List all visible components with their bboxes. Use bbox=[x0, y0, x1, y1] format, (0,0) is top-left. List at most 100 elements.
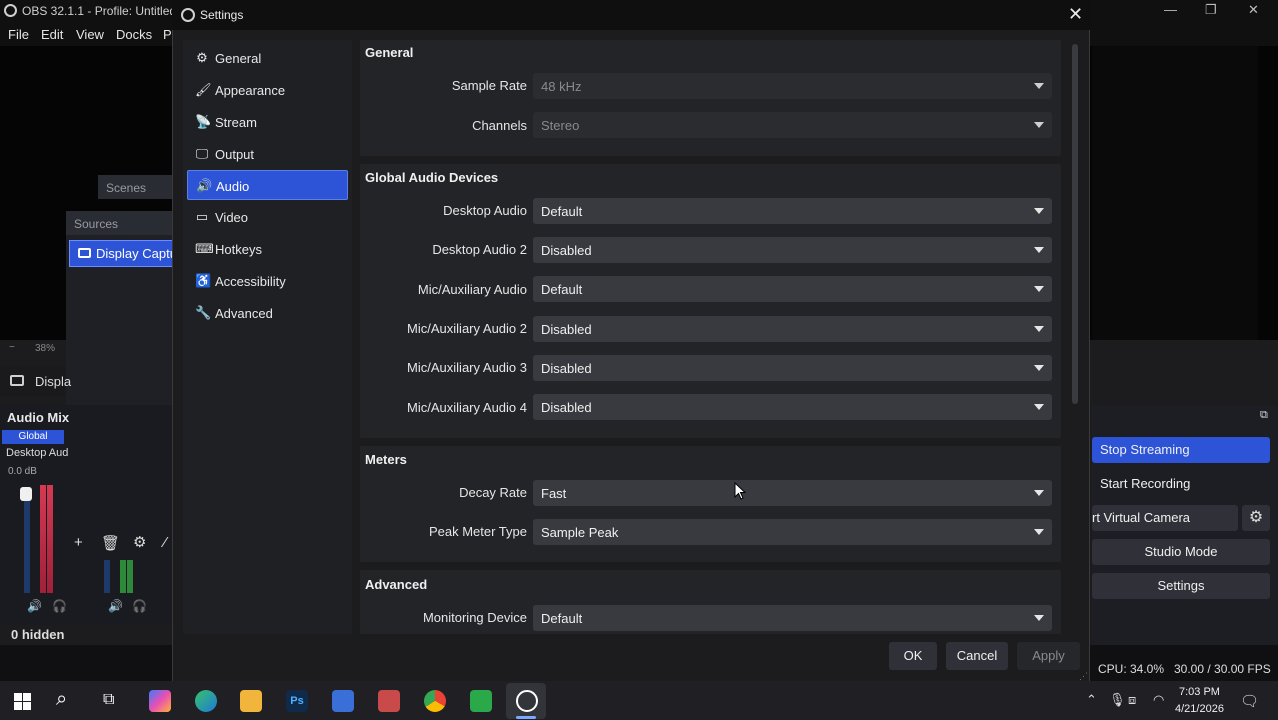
sample-rate-select[interactable]: 48 kHz bbox=[533, 73, 1052, 99]
notification-icon[interactable]: 🗨 bbox=[1240, 692, 1259, 710]
microphone-icon[interactable]: 🎙 bbox=[1109, 692, 1126, 708]
virtual-camera-button[interactable]: rt Virtual Camera bbox=[1092, 505, 1238, 531]
output-icon: 🖵 bbox=[195, 146, 209, 161]
mouse-cursor-icon bbox=[734, 482, 746, 500]
nav-item-audio[interactable]: 🔊 Audio bbox=[187, 170, 348, 200]
app-icon[interactable] bbox=[332, 690, 354, 712]
scenes-dock-header: Scenes bbox=[98, 175, 178, 199]
ok-button[interactable]: OK bbox=[889, 642, 937, 670]
mic-audio-4-label: Mic/Auxiliary Audio 4 bbox=[407, 400, 527, 415]
source-item-label: Display Captu bbox=[96, 246, 177, 261]
preview-canvas bbox=[1092, 46, 1258, 340]
global-badge[interactable]: Global bbox=[2, 430, 64, 444]
accessibility-icon: ♿ bbox=[195, 273, 212, 288]
nav-item-advanced[interactable]: 🔧 Advanced bbox=[187, 298, 348, 328]
chrome-icon[interactable] bbox=[424, 690, 446, 712]
antenna-icon: 📡 bbox=[195, 114, 212, 129]
copilot-icon[interactable] bbox=[149, 690, 171, 712]
speaker-icon[interactable]: 🔊 bbox=[108, 599, 123, 613]
mic-audio-3-select[interactable]: Disabled bbox=[533, 355, 1052, 381]
wifi-icon[interactable]: ◠ bbox=[1153, 692, 1164, 708]
nav-label: Hotkeys bbox=[215, 242, 262, 257]
desktop-audio-2-select[interactable]: Disabled bbox=[533, 237, 1052, 263]
decay-rate-label: Decay Rate bbox=[459, 485, 527, 500]
file-explorer-icon[interactable] bbox=[240, 690, 262, 712]
apply-button[interactable]: Apply bbox=[1017, 642, 1080, 670]
obs-logo-icon bbox=[181, 8, 195, 22]
nav-item-output[interactable]: 🖵 Output bbox=[187, 139, 348, 169]
photoshop-icon[interactable]: Ps bbox=[286, 690, 308, 712]
volume-slider-track-2[interactable] bbox=[104, 560, 110, 593]
undock-icon[interactable]: ⧉ bbox=[1260, 409, 1268, 422]
desktop-audio-select[interactable]: Default bbox=[533, 198, 1052, 224]
monitor-icon bbox=[78, 248, 91, 258]
monitoring-device-select[interactable]: Default bbox=[533, 605, 1052, 631]
level-meter-2-left bbox=[120, 560, 126, 593]
speaker-icon[interactable]: 🔊 bbox=[27, 599, 42, 613]
close-window-icon[interactable]: ✕ bbox=[1248, 2, 1259, 18]
virtual-camera-gear-icon[interactable]: ⚙ bbox=[1242, 505, 1270, 531]
trash-icon[interactable]: 🗑 bbox=[101, 534, 120, 552]
obs-logo-icon bbox=[4, 4, 17, 17]
scrollbar-thumb[interactable] bbox=[1072, 44, 1078, 404]
select-value: Disabled bbox=[541, 361, 592, 376]
menu-view[interactable]: View bbox=[76, 27, 104, 42]
maximize-icon[interactable]: ❐ bbox=[1205, 2, 1217, 18]
close-icon[interactable]: ✕ bbox=[1068, 4, 1083, 25]
edge-icon[interactable] bbox=[195, 690, 217, 712]
menu-file[interactable]: File bbox=[8, 27, 29, 42]
menu-docks[interactable]: Docks bbox=[116, 27, 152, 42]
volume-slider-track[interactable] bbox=[24, 487, 30, 593]
stop-streaming-button[interactable]: Stop Streaming bbox=[1092, 437, 1270, 463]
select-value: Default bbox=[541, 204, 583, 219]
obs-icon[interactable] bbox=[516, 690, 538, 712]
add-icon[interactable]: + bbox=[74, 534, 83, 551]
nav-item-video[interactable]: ▭ Video bbox=[187, 202, 348, 232]
clock-time[interactable]: 7:03 PM bbox=[1179, 686, 1220, 698]
gear-icon[interactable]: ⚙ bbox=[133, 533, 146, 551]
nav-item-general[interactable]: ⚙ General bbox=[187, 43, 348, 73]
clock-date[interactable]: 4/21/2026 bbox=[1175, 703, 1224, 715]
mic-audio-select[interactable]: Default bbox=[533, 276, 1052, 302]
studio-mode-button[interactable]: Studio Mode bbox=[1092, 539, 1270, 565]
volume-slider-handle[interactable] bbox=[20, 487, 32, 501]
headphones-icon[interactable]: 🎧 bbox=[52, 599, 67, 613]
windows-start-icon[interactable] bbox=[14, 693, 31, 710]
status-cpu: CPU: 34.0% bbox=[1098, 662, 1165, 676]
channels-select[interactable]: Stereo bbox=[533, 112, 1052, 138]
nav-item-hotkeys[interactable]: ⌨ Hotkeys bbox=[187, 234, 348, 264]
app-icon-2[interactable] bbox=[378, 690, 400, 712]
nav-item-stream[interactable]: 📡 Stream bbox=[187, 107, 348, 137]
cancel-button[interactable]: Cancel bbox=[946, 642, 1008, 670]
mic-audio-2-select[interactable]: Disabled bbox=[533, 316, 1052, 342]
task-view-icon[interactable]: ⧉ bbox=[103, 691, 114, 709]
select-value: Fast bbox=[541, 486, 567, 501]
status-fps: 30.00 / 30.00 FPS bbox=[1174, 662, 1271, 676]
chevron-down-icon bbox=[1034, 529, 1044, 535]
minimize-icon[interactable]: — bbox=[1164, 2, 1177, 17]
chevron-up-icon[interactable]: ⌃ bbox=[1086, 692, 1097, 708]
zoom-minus-icon[interactable]: − bbox=[9, 342, 15, 353]
edit-icon[interactable]: ⁄ bbox=[164, 534, 167, 551]
headphones-icon[interactable]: 🎧 bbox=[132, 599, 147, 613]
monitoring-device-label: Monitoring Device bbox=[422, 610, 527, 625]
nav-label: Output bbox=[215, 147, 255, 162]
search-icon[interactable]: ⌕ bbox=[56, 688, 67, 711]
display-source-row[interactable]: Displa bbox=[0, 366, 71, 396]
source-item-display-capture[interactable]: Display Captu bbox=[69, 240, 179, 267]
mic-audio-4-select[interactable]: Disabled bbox=[533, 394, 1052, 420]
nav-item-appearance[interactable]: 🖌 Appearance bbox=[187, 75, 348, 105]
nav-item-accessibility[interactable]: ♿ Accessibility bbox=[187, 266, 348, 296]
decay-rate-select[interactable]: Fast bbox=[533, 480, 1052, 506]
settings-button[interactable]: Settings bbox=[1092, 573, 1270, 599]
select-value: Sample Peak bbox=[541, 525, 619, 540]
peak-meter-select[interactable]: Sample Peak bbox=[533, 519, 1052, 545]
menu-edit[interactable]: Edit bbox=[41, 27, 63, 42]
app-icon-3[interactable] bbox=[470, 690, 492, 712]
active-indicator bbox=[516, 716, 536, 719]
network-icon[interactable]: ⧈ bbox=[1128, 692, 1136, 708]
menu-profile[interactable]: P bbox=[163, 27, 172, 42]
chevron-down-icon bbox=[1034, 122, 1044, 128]
chevron-down-icon bbox=[1034, 490, 1044, 496]
start-recording-button[interactable]: Start Recording bbox=[1092, 471, 1270, 497]
